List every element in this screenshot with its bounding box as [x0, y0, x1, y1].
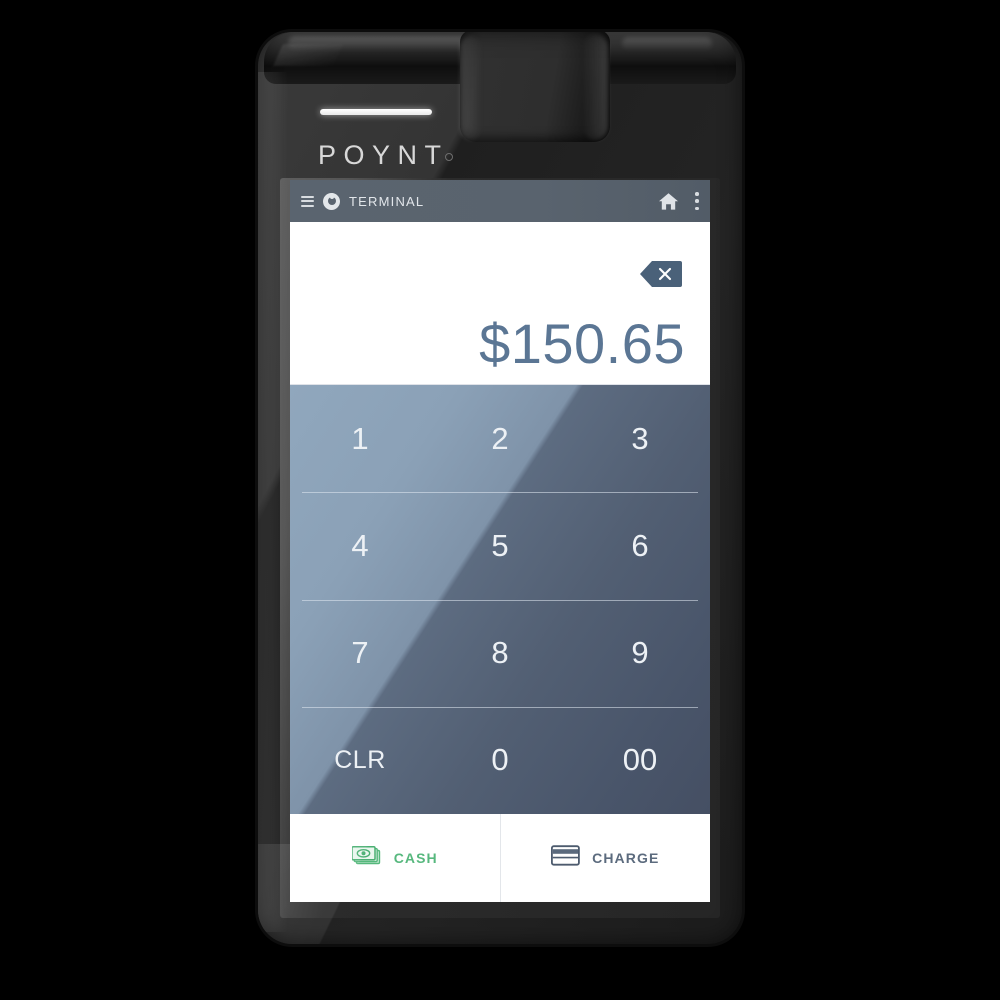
lid-gloss-highlight-right	[622, 37, 712, 50]
keypad-row: CLR 0 00	[290, 706, 710, 814]
keypad-key-8[interactable]: 8	[430, 600, 570, 707]
hamburger-menu-icon[interactable]	[301, 195, 314, 207]
camera-module-gloss-left	[460, 36, 482, 140]
status-led-strip	[320, 109, 432, 115]
lid-notch-highlight	[273, 44, 343, 66]
keypad-row: 1 2 3	[290, 385, 710, 492]
keypad-key-6[interactable]: 6	[570, 492, 710, 599]
registered-trademark-icon	[445, 153, 453, 161]
status-bar-left-group: TERMINAL	[301, 192, 425, 210]
keypad-key-1[interactable]: 1	[290, 385, 430, 492]
amount-display-area: $150.65	[290, 222, 710, 385]
numeric-keypad: 1 2 3 4 5 6 7 8 9 CLR 0 00	[290, 385, 710, 814]
status-bar-right-group	[658, 192, 699, 211]
home-icon[interactable]	[658, 192, 679, 211]
keypad-key-clear[interactable]: CLR	[290, 707, 430, 814]
keypad-key-00[interactable]: 00	[570, 707, 710, 814]
keypad-row: 7 8 9	[290, 599, 710, 707]
keypad-key-0[interactable]: 0	[430, 707, 570, 814]
poynt-terminal-device: POYNT TERMINAL $150.65 1 2 3 4 5 6 7 8 9…	[258, 32, 742, 944]
terminal-screen: TERMINAL $150.65 1 2 3 4 5 6 7 8 9 CLR 0…	[290, 180, 710, 902]
keypad-key-7[interactable]: 7	[290, 600, 430, 707]
credit-card-icon	[551, 845, 580, 871]
page-title: TERMINAL	[349, 193, 425, 209]
overflow-menu-icon[interactable]	[695, 192, 699, 210]
screenshot-root: POYNT TERMINAL $150.65 1 2 3 4 5 6 7 8 9…	[0, 0, 1000, 1000]
keypad-row: 4 5 6	[290, 492, 710, 599]
poynt-mark-icon[interactable]	[323, 192, 340, 210]
app-status-bar: TERMINAL	[290, 180, 710, 222]
backspace-delete-icon[interactable]	[640, 261, 682, 287]
charge-button-label: CHARGE	[592, 850, 660, 866]
left-bezel-sheen	[258, 72, 288, 932]
keypad-key-5[interactable]: 5	[430, 492, 570, 599]
camera-scanner-module	[460, 32, 610, 142]
keypad-key-3[interactable]: 3	[570, 385, 710, 492]
charge-button[interactable]: CHARGE	[499, 814, 710, 902]
keypad-key-4[interactable]: 4	[290, 492, 430, 599]
keypad-key-9[interactable]: 9	[570, 600, 710, 707]
keypad-key-2[interactable]: 2	[430, 385, 570, 492]
camera-module-gloss-right	[582, 34, 608, 140]
amount-value: $150.65	[479, 312, 685, 375]
brand-logo: POYNT	[318, 140, 449, 170]
